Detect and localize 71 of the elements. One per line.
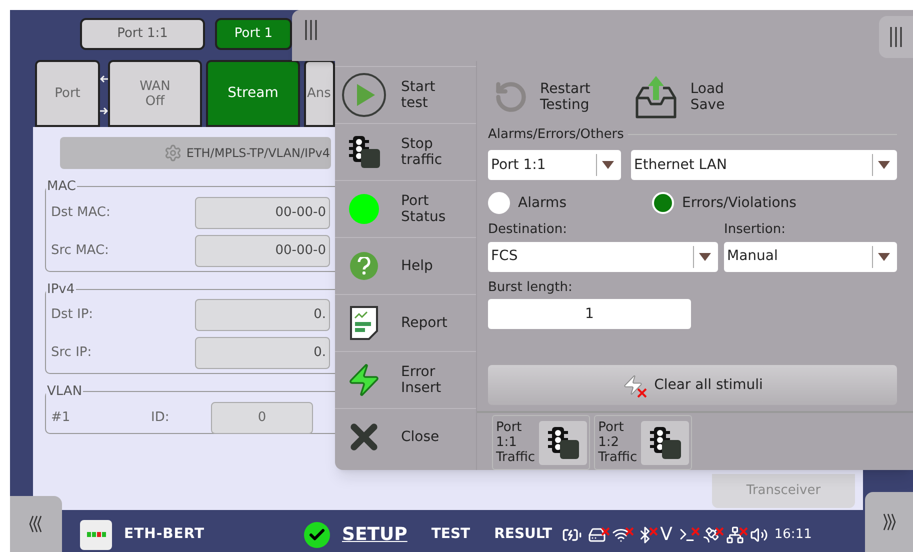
- function-tab[interactable]: Stream: [206, 60, 300, 127]
- app-icon[interactable]: [80, 520, 112, 550]
- group-title: VLAN: [46, 383, 84, 401]
- traffic-button[interactable]: Port 1:1 Traffic: [492, 415, 590, 470]
- traffic-button[interactable]: Port 1:2 Traffic: [594, 415, 692, 470]
- grip-lines-icon: [305, 20, 317, 40]
- drag-handle[interactable]: [879, 16, 913, 58]
- left-drawer-handle[interactable]: [10, 496, 62, 552]
- clear-stimuli-button[interactable]: Clear all stimuli: [488, 365, 897, 405]
- traffic-light-icon: [648, 426, 682, 460]
- insertion-select[interactable]: Manual: [724, 242, 897, 272]
- section-title: Alarms/Errors/Others: [488, 126, 624, 144]
- group-title: MAC: [46, 178, 77, 196]
- report-icon: [350, 306, 378, 340]
- app-name: ETH-BERT: [124, 525, 206, 544]
- burst-length-field[interactable]: 1: [488, 299, 691, 329]
- clock: 16:11: [774, 526, 812, 544]
- action-button[interactable]: Restart Testing: [494, 80, 590, 114]
- menu-item[interactable]: Port Status: [335, 180, 476, 236]
- menu-item[interactable]: Start test: [335, 66, 476, 122]
- menu-item[interactable]: Stop traffic: [335, 122, 476, 180]
- restart-icon: [494, 80, 528, 114]
- grip-lines-icon: [890, 27, 902, 47]
- status-letter: V: [660, 523, 672, 547]
- volume-icon[interactable]: [750, 526, 768, 544]
- field-label: Dst MAC:: [51, 204, 110, 222]
- field-label: Src IP:: [51, 344, 92, 362]
- setup-button[interactable]: ETH/MPLS-TP/VLAN/IPv4: [60, 137, 331, 169]
- port-tab[interactable]: Port 1:1: [80, 18, 205, 50]
- clear-lightning-icon: [622, 374, 644, 396]
- value-field[interactable]: 00-00-0: [195, 234, 330, 266]
- field-label: Burst length:: [488, 278, 574, 296]
- help-icon: [350, 252, 378, 280]
- radio-option[interactable]: Alarms: [488, 192, 652, 214]
- field-label: ID:: [151, 408, 170, 427]
- value-field[interactable]: 0.: [195, 337, 330, 369]
- nav-tab[interactable]: RESULT: [494, 524, 552, 545]
- function-tab[interactable]: Port: [35, 60, 100, 127]
- action-button[interactable]: Load Save: [634, 74, 725, 120]
- ok-check-icon: [304, 522, 330, 548]
- settings-icon: [164, 144, 182, 162]
- function-tab[interactable]: Ans: [304, 60, 335, 127]
- menu-item[interactable]: Close: [335, 408, 476, 464]
- inbox-upload-icon: [634, 74, 678, 120]
- right-drawer-handle[interactable]: [865, 492, 913, 552]
- traffic-light-icon: [347, 134, 381, 168]
- menu-item[interactable]: Help: [335, 236, 476, 294]
- chevrons-right-icon: [881, 513, 897, 531]
- type-select[interactable]: Ethernet LAN: [631, 150, 897, 180]
- value-field[interactable]: 0.: [195, 299, 330, 331]
- port-select[interactable]: Port 1:1: [488, 150, 621, 180]
- function-tab[interactable]: WAN Off: [108, 60, 202, 127]
- field-label: Destination:: [488, 221, 568, 239]
- group-title: IPv4: [46, 280, 76, 298]
- port-tab[interactable]: Port 1: [215, 18, 292, 50]
- radio-option[interactable]: Errors/Violations: [652, 192, 796, 214]
- value-field[interactable]: 00-00-0: [195, 196, 330, 228]
- vlan-index: #1: [51, 408, 72, 427]
- nav-tab[interactable]: SETUP: [342, 521, 408, 548]
- nav-tab[interactable]: TEST: [431, 524, 470, 545]
- field-label: Insertion:: [724, 221, 786, 239]
- chevrons-left-icon: [28, 515, 44, 533]
- menu-item[interactable]: Report: [335, 294, 476, 350]
- traffic-light-icon: [546, 426, 580, 460]
- value-field[interactable]: 0: [211, 402, 313, 434]
- swap-arrows-icon: [100, 73, 108, 117]
- field-label: Src MAC:: [51, 242, 109, 260]
- play-icon: [341, 72, 387, 118]
- menu-item[interactable]: Error Insert: [335, 350, 476, 408]
- destination-select[interactable]: FCS: [488, 242, 718, 272]
- field-label: Dst IP:: [51, 306, 94, 324]
